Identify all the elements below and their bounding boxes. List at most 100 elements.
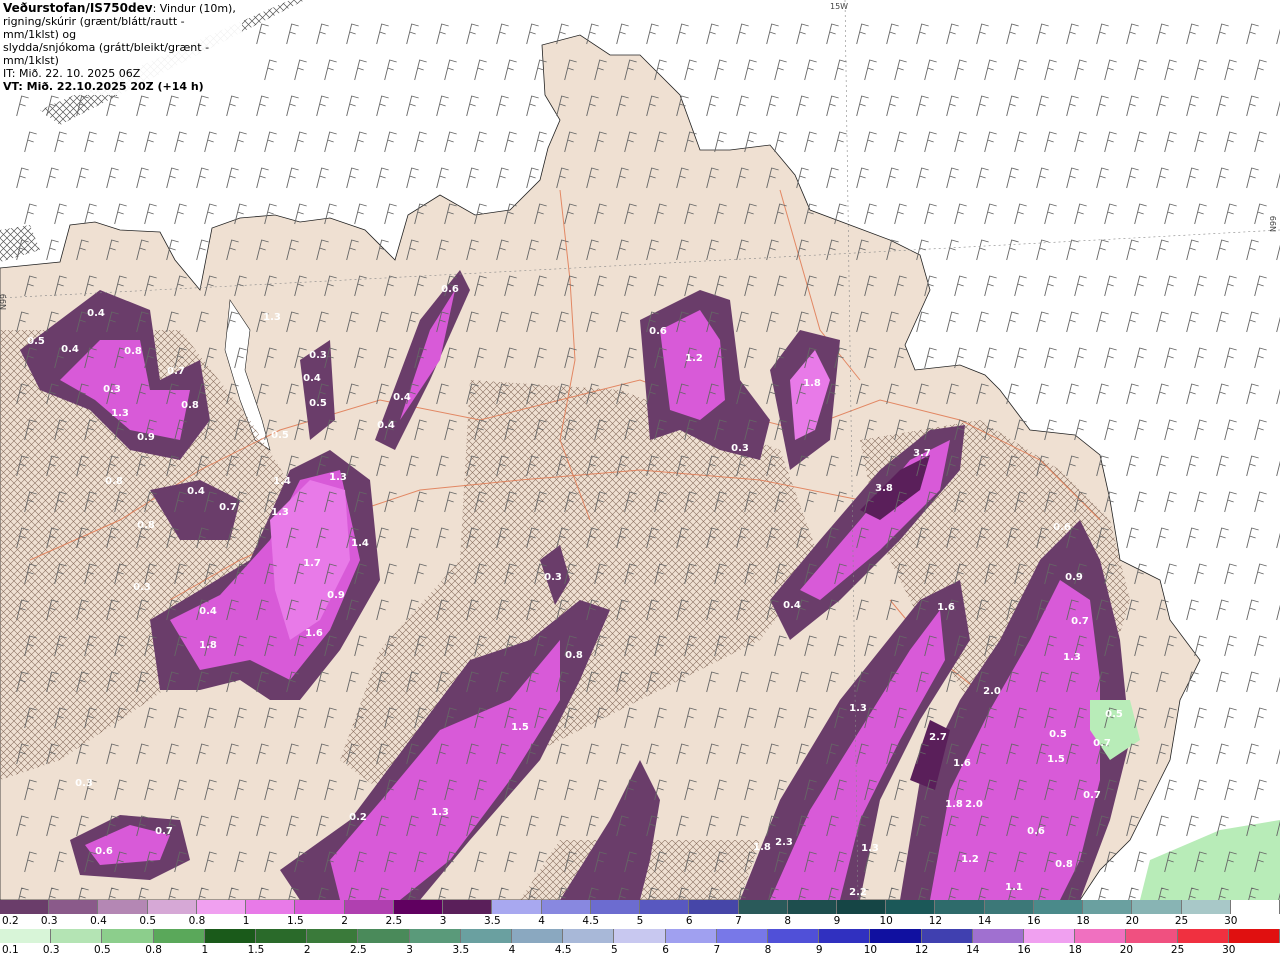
scale_rain-scale-label: 8 bbox=[764, 944, 772, 956]
precip-value-label: 1.3 bbox=[861, 843, 879, 854]
precip-value-label: 0.4 bbox=[199, 606, 217, 617]
precip-value-label: 0.4 bbox=[303, 373, 321, 384]
precip-value-label: 0.5 bbox=[1049, 729, 1067, 740]
scale_snow-scale-label: 5 bbox=[636, 915, 644, 927]
precip-value-label: 1.8 bbox=[199, 640, 217, 651]
precip-value-label: 2.0 bbox=[983, 686, 1001, 697]
scale_rain-swatch bbox=[768, 929, 820, 943]
scale_rain-scale-label: 14 bbox=[966, 944, 980, 956]
precip-value-label: 0.5 bbox=[1105, 709, 1123, 720]
scale_rain-scale-label: 1.5 bbox=[247, 944, 265, 956]
precip-value-label: 0.7 bbox=[1071, 616, 1089, 627]
scale_rain-scale-label: 18 bbox=[1068, 944, 1082, 956]
scale_rain-swatch bbox=[51, 929, 103, 943]
scale_snow-swatch bbox=[886, 900, 936, 914]
scale_rain-swatch bbox=[716, 929, 769, 943]
scale_rain-swatch bbox=[153, 929, 205, 943]
scale_rain-scale-label: 12 bbox=[914, 944, 929, 956]
scale_snow-swatch bbox=[246, 900, 296, 914]
precip-value-label: 0.4 bbox=[377, 420, 395, 431]
precip-value-label: 0.8 bbox=[1055, 859, 1073, 870]
scale_rain-swatch bbox=[409, 929, 461, 943]
scale_rain-scale-label: 1 bbox=[201, 944, 209, 956]
scale_rain-scale-label: 30 bbox=[1222, 944, 1236, 956]
scale_snow-scale-label: 0.3 bbox=[40, 915, 58, 927]
brand-title: Veðurstofan/IS750dev bbox=[3, 1, 153, 15]
precip-value-label: 0.4 bbox=[187, 486, 205, 497]
scale_rain-scale-label: 0.1 bbox=[2, 944, 19, 956]
scale_snow-swatch bbox=[738, 900, 788, 914]
scale_snow-scale-label: 3.5 bbox=[483, 915, 501, 927]
precip-value-label: 0.4 bbox=[87, 308, 105, 319]
scale_snow-swatch bbox=[541, 900, 591, 914]
scale_snow-swatch bbox=[984, 900, 1034, 914]
precip-value-label: 1.5 bbox=[511, 722, 529, 733]
scale_rain-scale-label: 25 bbox=[1170, 944, 1185, 956]
scale_rain-swatch bbox=[307, 929, 359, 943]
precip-value-label: 0.6 bbox=[95, 846, 113, 857]
snow-color-scale: 0.2 0.3 0.4 0.5 0.8 1 1.5 2 2.5 3 3.5 4 4.5 5 6 7 8 9 10 12… bbox=[0, 900, 1280, 929]
scale_rain-scale-label: 0.5 bbox=[94, 944, 111, 956]
scale_rain-scale-label: 0.8 bbox=[145, 944, 162, 956]
forecast-map: 15W N99 N99 0.5 0.4 0.4 0.8 0.3 0.7 0.8 1.3 0.9 0… bbox=[0, 0, 1280, 900]
precip-value-label: 0.3 bbox=[75, 778, 93, 789]
map-legend-header: Veðurstofan/IS750dev: Vindur (10m), rign… bbox=[0, 0, 242, 95]
scale_rain-swatch bbox=[563, 929, 615, 943]
precip-value-label: 0.7 bbox=[1083, 790, 1101, 801]
scale_rain-swatch bbox=[870, 929, 922, 943]
scale_rain-swatch bbox=[0, 929, 52, 943]
grid-label-right: N99 bbox=[1269, 216, 1278, 232]
scale_snow-swatch bbox=[196, 900, 247, 914]
scale_rain-scale-label: 5 bbox=[611, 944, 618, 956]
scale_rain-scale-label: 3 bbox=[406, 944, 413, 956]
scale_snow-swatch bbox=[98, 900, 148, 914]
precip-value-label: 0.3 bbox=[544, 572, 562, 583]
scale_rain-scale-label: 16 bbox=[1017, 944, 1031, 956]
scale_rain-swatch bbox=[512, 929, 564, 943]
scale_snow-swatch bbox=[147, 900, 197, 914]
precip-value-label: 0.4 bbox=[783, 600, 801, 611]
precip-value-label: 0.7 bbox=[155, 826, 173, 837]
scale_snow-scale-label: 18 bbox=[1076, 915, 1090, 927]
scale_snow-swatch bbox=[0, 900, 50, 914]
precip-value-label: 0.8 bbox=[137, 520, 155, 531]
scale_snow-scale-label: 6 bbox=[685, 915, 693, 927]
precip-value-label: 1.1 bbox=[1005, 882, 1023, 893]
precip-value-label: 0.7 bbox=[167, 366, 185, 377]
scale_rain-swatch bbox=[460, 929, 513, 943]
precip-value-label: 1.7 bbox=[303, 558, 321, 569]
precip-value-label: 0.8 bbox=[105, 476, 123, 487]
initial-time: IT: Mið. 22. 10. 2025 06Z bbox=[3, 67, 141, 80]
precip-value-label: 2.7 bbox=[929, 732, 947, 743]
scale_rain-swatch bbox=[614, 929, 666, 943]
scale_snow-swatch bbox=[640, 900, 690, 914]
description-line-2: rigning/skúrir (grænt/blátt/rautt - mm/1… bbox=[3, 15, 185, 41]
scale_rain-swatch bbox=[204, 929, 257, 943]
precip-value-label: 1.2 bbox=[685, 353, 703, 364]
precip-value-label: 0.9 bbox=[1065, 572, 1083, 583]
scale_snow-scale-label: 20 bbox=[1125, 915, 1139, 927]
scale_rain-scale-label: 7 bbox=[713, 944, 721, 956]
description-line-1: : Vindur (10m), bbox=[152, 2, 236, 15]
scale_snow-scale-label: 9 bbox=[833, 915, 841, 927]
scale_snow-scale-label: 30 bbox=[1224, 915, 1238, 927]
scale_snow-swatch bbox=[443, 900, 493, 914]
scale_rain-scale-label: 6 bbox=[662, 944, 669, 956]
scale_rain-scale-label: 3.5 bbox=[452, 944, 470, 956]
precip-value-label: 0.5 bbox=[309, 398, 327, 409]
scale_snow-scale-label: 2.5 bbox=[385, 915, 403, 927]
precip-value-label: 0.4 bbox=[393, 392, 411, 403]
precip-value-label: 1.2 bbox=[961, 854, 979, 865]
scale_rain-scale-label: 2.5 bbox=[350, 944, 367, 956]
scale_snow-scale-label: 7 bbox=[735, 915, 742, 927]
precip-value-label: 0.3 bbox=[731, 443, 749, 454]
precip-value-label: 1.3 bbox=[431, 807, 449, 818]
precip-value-label: 1.8 bbox=[803, 378, 821, 389]
scale_rain-swatch bbox=[1177, 929, 1229, 943]
scale_snow-swatch bbox=[1181, 900, 1231, 914]
precip-value-label: 2.0 bbox=[965, 799, 983, 810]
scale_rain-swatch bbox=[1024, 929, 1076, 943]
precip-value-label: 0.6 bbox=[441, 284, 459, 295]
scale_rain-scale-label: 9 bbox=[815, 944, 823, 956]
precip-value-label: 1.3 bbox=[849, 703, 867, 714]
